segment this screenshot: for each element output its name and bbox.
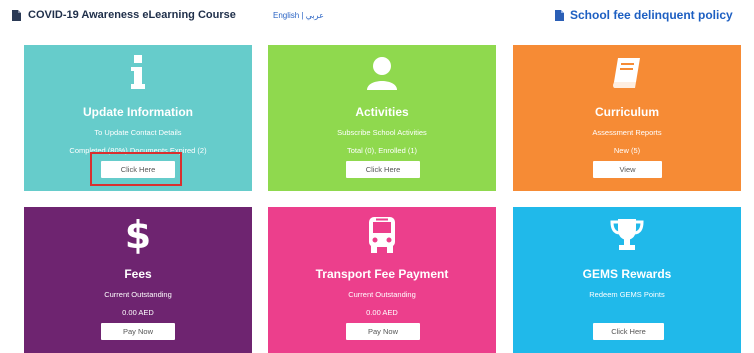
language-link[interactable]: English | عربي [273, 11, 324, 20]
highlight-box [90, 152, 182, 186]
card-title: Activities [355, 105, 409, 119]
book-icon [513, 53, 741, 93]
trophy-icon [513, 215, 741, 255]
card-title: GEMS Rewards [582, 267, 672, 281]
card-title: Update Information [83, 105, 193, 119]
info-icon [24, 53, 252, 93]
card-status: Total (0), Enrolled (1) [346, 146, 418, 155]
top-links-bar: COVID-19 Awareness eLearning Course Engl… [0, 0, 754, 34]
rewards-click-here-button[interactable]: Click Here [593, 323, 664, 340]
card-subtitle: Current Outstanding [348, 290, 416, 299]
card-subtitle: Assessment Reports [592, 128, 662, 137]
card-subtitle: Current Outstanding [104, 290, 172, 299]
card-subtitle: Subscribe School Activities [337, 128, 427, 137]
document-icon [12, 10, 21, 21]
transport-pay-now-button[interactable]: Pay Now [346, 323, 420, 340]
fees-card: $ Fees Current Outstanding 0.00 AED Pay … [24, 207, 252, 353]
gems-rewards-card: GEMS Rewards Redeem GEMS Points Click He… [513, 207, 741, 353]
document-icon [555, 10, 564, 21]
card-subtitle: Redeem GEMS Points [589, 290, 665, 299]
curriculum-view-button[interactable]: View [593, 161, 662, 178]
card-amount: 0.00 AED [122, 308, 154, 317]
covid-course-link[interactable]: COVID-19 Awareness eLearning Course [28, 9, 236, 21]
card-title: Curriculum [594, 105, 659, 119]
card-status: New (5) [613, 146, 641, 155]
card-subtitle: To Update Contact Details [94, 128, 182, 137]
curriculum-card: Curriculum Assessment Reports New (5) Vi… [513, 45, 741, 191]
fees-pay-now-button[interactable]: Pay Now [101, 323, 175, 340]
activities-card: Activities Subscribe School Activities T… [268, 45, 496, 191]
transport-fee-card: Transport Fee Payment Current Outstandin… [268, 207, 496, 353]
fee-policy-link[interactable]: School fee delinquent policy [570, 8, 733, 22]
dollar-icon: $ [124, 213, 152, 257]
bus-icon [268, 215, 496, 255]
card-amount: 0.00 AED [366, 308, 398, 317]
card-title: Fees [124, 267, 152, 281]
activities-click-here-button[interactable]: Click Here [346, 161, 420, 178]
card-title: Transport Fee Payment [315, 267, 449, 281]
user-icon [268, 53, 496, 93]
